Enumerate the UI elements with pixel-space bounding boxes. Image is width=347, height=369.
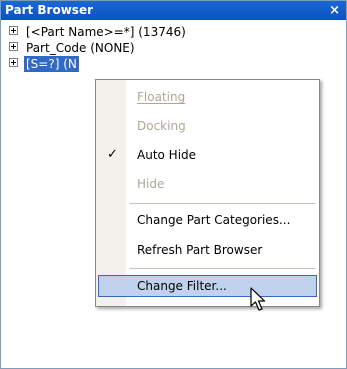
menu-item-auto-hide[interactable]: ✓ Auto Hide bbox=[96, 144, 319, 166]
menu-item-label: Floating bbox=[137, 90, 186, 104]
panel-title-bar[interactable]: Part Browser × bbox=[1, 1, 346, 20]
plus-box-icon[interactable] bbox=[9, 42, 18, 51]
menu-separator bbox=[130, 268, 315, 269]
close-icon[interactable]: × bbox=[329, 1, 340, 20]
menu-item-hide[interactable]: Hide bbox=[96, 173, 319, 195]
menu-item-label: Change Filter... bbox=[137, 279, 227, 293]
checkmark-icon: ✓ bbox=[107, 147, 118, 162]
menu-item-floating[interactable]: Floating bbox=[96, 86, 319, 108]
tree-item-part-code[interactable]: Part_Code (NONE) bbox=[9, 39, 188, 55]
menu-item-label: Refresh Part Browser bbox=[137, 243, 263, 257]
plus-box-icon[interactable] bbox=[9, 26, 18, 35]
menu-item-change-filter[interactable]: Change Filter... bbox=[98, 275, 317, 297]
menu-separator bbox=[130, 203, 315, 204]
arrow-pointer-icon bbox=[250, 287, 266, 311]
tree-item-s-filter[interactable]: [S=?] (N bbox=[9, 55, 188, 72]
tree-item-part-name[interactable]: [<Part Name>=*] (13746) bbox=[9, 23, 188, 39]
menu-item-label: Auto Hide bbox=[137, 148, 197, 162]
panel-title: Part Browser bbox=[5, 3, 93, 17]
part-tree: [<Part Name>=*] (13746) Part_Code (NONE)… bbox=[9, 23, 188, 72]
tree-item-label: [<Part Name>=*] (13746) bbox=[26, 24, 186, 39]
context-menu: Floating Docking ✓ Auto Hide Hide Change… bbox=[95, 79, 320, 307]
menu-item-label: Hide bbox=[137, 177, 165, 191]
tree-item-label: Part_Code (NONE) bbox=[26, 40, 135, 55]
menu-item-label: Change Part Categories... bbox=[137, 213, 291, 227]
menu-item-label: Docking bbox=[137, 119, 186, 133]
plus-box-icon[interactable] bbox=[9, 58, 18, 67]
menu-item-refresh-part-browser[interactable]: Refresh Part Browser bbox=[96, 239, 319, 261]
menu-item-docking[interactable]: Docking bbox=[96, 115, 319, 137]
menu-item-change-part-categories[interactable]: Change Part Categories... bbox=[96, 209, 319, 231]
tree-item-label: [S=?] (N bbox=[24, 55, 79, 72]
